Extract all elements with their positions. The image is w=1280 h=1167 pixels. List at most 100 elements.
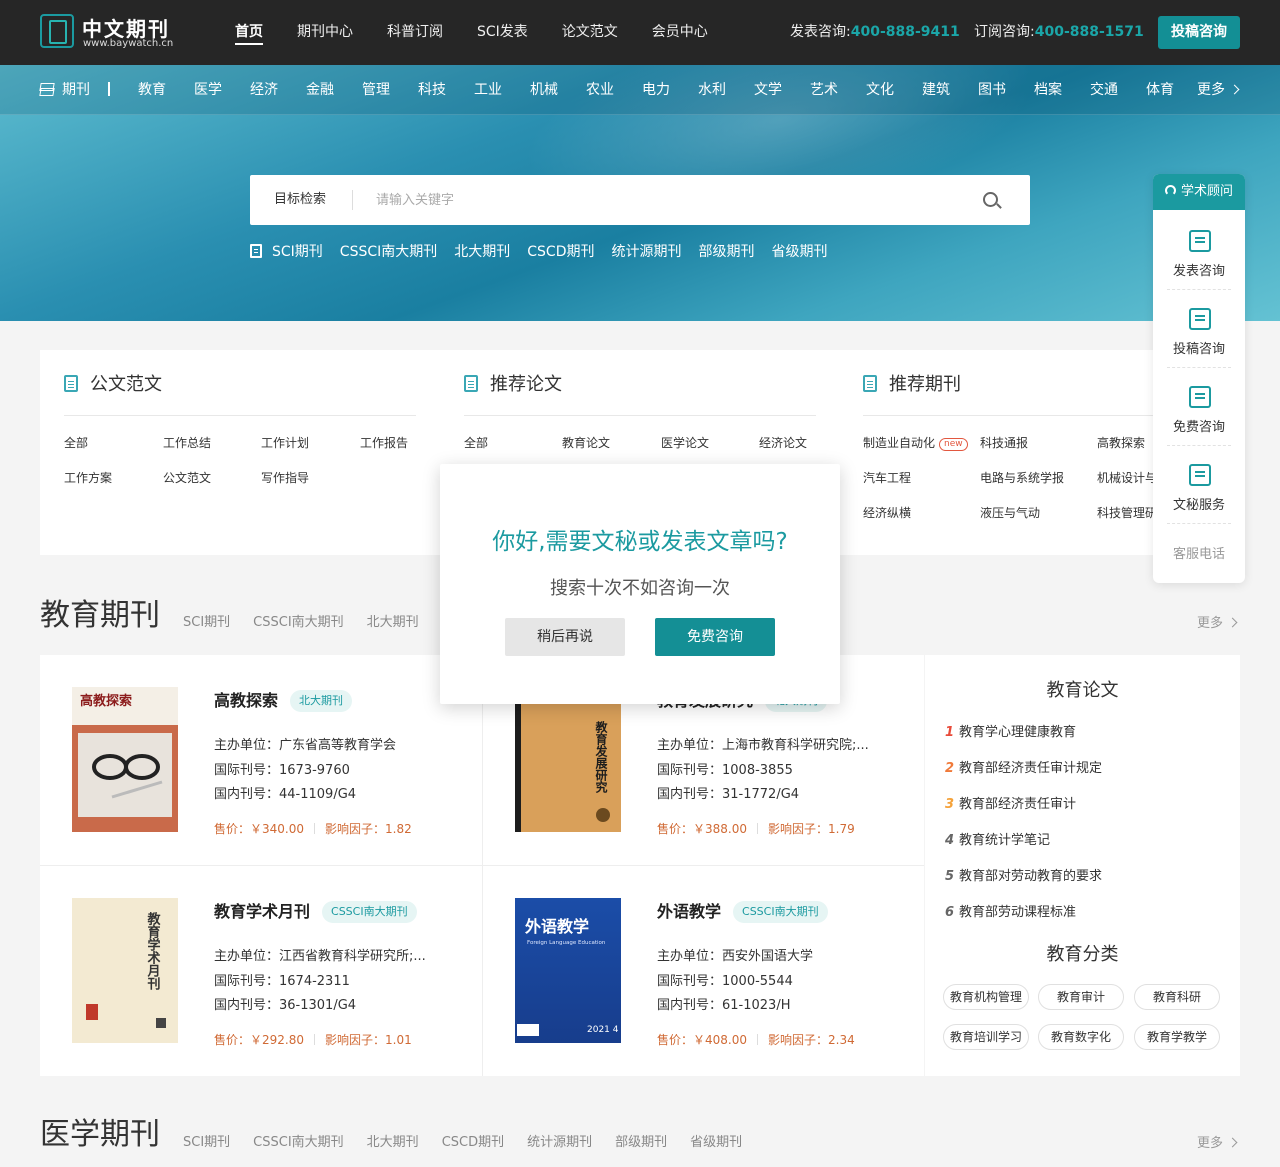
category-item[interactable]: 经济 (236, 65, 292, 115)
paper-rank-item[interactable]: 6 教育部劳动课程标准 (945, 901, 1076, 920)
panel-link[interactable]: 工作计划 (261, 434, 309, 451)
sidebar-item-submit-consult[interactable]: 投稿咨询 (1153, 290, 1245, 368)
panel-link[interactable]: 工作报告 (360, 434, 408, 451)
quick-tag[interactable]: 统计源期刊 (611, 241, 681, 261)
panel-link[interactable]: 液压与气动 (980, 504, 1040, 521)
journal-name[interactable]: 教育学术月刊 CSSCI南大期刊 (214, 898, 417, 923)
nav-home[interactable]: 首页 (218, 0, 280, 65)
nav-subscribe[interactable]: 科普订阅 (370, 0, 460, 65)
paper-rank-item[interactable]: 1 教育学心理健康教育 (945, 721, 1076, 740)
category-item[interactable]: 农业 (572, 65, 628, 115)
section-tab[interactable]: 北大期刊 (367, 1131, 419, 1150)
panel-link[interactable]: 科技管理研 (1097, 504, 1157, 521)
section-tab[interactable]: CSCD期刊 (442, 1131, 504, 1150)
category-more-link[interactable]: 更多 (1197, 65, 1240, 115)
nav-journal-center[interactable]: 期刊中心 (280, 0, 370, 65)
category-item[interactable]: 医学 (180, 65, 236, 115)
submit-consult-button[interactable]: 投稿咨询 (1158, 16, 1240, 49)
search-input[interactable] (376, 185, 956, 215)
education-more-link[interactable]: 更多 (1197, 612, 1238, 631)
panel-link[interactable]: 科技通报 (980, 434, 1028, 451)
paper-rank-item[interactable]: 5 教育部对劳动教育的要求 (945, 865, 1102, 884)
free-consult-button[interactable]: 免费咨询 (655, 618, 775, 656)
panel-link[interactable]: 教育论文 (562, 434, 610, 451)
category-chip[interactable]: 教育数字化 (1038, 1024, 1124, 1050)
panel-link[interactable]: 全部 (64, 434, 88, 451)
section-tab[interactable]: 部级期刊 (615, 1131, 667, 1150)
category-item[interactable]: 水利 (684, 65, 740, 115)
journal-name[interactable]: 高教探索 北大期刊 (214, 687, 353, 712)
quick-tag[interactable]: SCI期刊 (272, 241, 323, 261)
journal-cover-image[interactable]: 外语教学 Foreign Language Education 2021 4 (515, 898, 621, 1043)
journal-card[interactable]: 外语教学 Foreign Language Education 2021 4 外… (483, 866, 925, 1076)
panel-link[interactable]: 高教探索 (1097, 434, 1145, 451)
section-tab[interactable]: 统计源期刊 (527, 1131, 592, 1150)
category-chip[interactable]: 教育培训学习 (943, 1024, 1029, 1050)
nav-papers[interactable]: 论文范文 (545, 0, 635, 65)
category-item[interactable]: 文化 (852, 65, 908, 115)
category-item[interactable]: 图书 (964, 65, 1020, 115)
quick-tag[interactable]: 北大期刊 (454, 241, 510, 261)
sidebar-item-secretary-service[interactable]: 文秘服务 (1153, 446, 1245, 524)
search-icon[interactable] (983, 192, 998, 207)
later-button[interactable]: 稍后再说 (505, 618, 625, 656)
section-tab[interactable]: CSSCI南大期刊 (253, 611, 344, 630)
section-tab[interactable]: 北大期刊 (367, 611, 419, 630)
section-tab[interactable]: SCI期刊 (183, 611, 230, 630)
panel-link[interactable]: 汽车工程 (863, 469, 911, 486)
journal-name[interactable]: 外语教学 CSSCI南大期刊 (657, 898, 828, 923)
sidebar-header[interactable]: 学术顾问 (1153, 174, 1245, 210)
category-item[interactable]: 体育 (1132, 65, 1188, 115)
category-item[interactable]: 管理 (348, 65, 404, 115)
quick-tag[interactable]: CSSCI南大期刊 (340, 241, 437, 261)
paper-rank-item[interactable]: 4 教育统计学笔记 (945, 829, 1050, 848)
category-item[interactable]: 交通 (1076, 65, 1132, 115)
panel-link[interactable]: 全部 (464, 434, 488, 451)
journal-card[interactable]: 高教探索 高教探索 北大期刊 主办单位：广东省高等教育学会 国际刊号：1673-9… (40, 655, 482, 865)
panel-link[interactable]: 经济纵横 (863, 504, 911, 521)
panel-link[interactable]: 电路与系统学报 (980, 469, 1064, 486)
quick-tag[interactable]: CSCD期刊 (527, 241, 594, 261)
category-item[interactable]: 档案 (1020, 65, 1076, 115)
journal-card[interactable]: 教育学术月刊 教育学术月刊 CSSCI南大期刊 主办单位：江西省教育科学研究所;.… (40, 866, 482, 1076)
category-item[interactable]: 工业 (460, 65, 516, 115)
sidebar-service-phone[interactable]: 客服电话 (1153, 543, 1245, 562)
category-item[interactable]: 电力 (628, 65, 684, 115)
paper-rank-item[interactable]: 3 教育部经济责任审计 (945, 793, 1076, 812)
category-item[interactable]: 文学 (740, 65, 796, 115)
panel-link[interactable]: 工作方案 (64, 469, 112, 486)
journal-cover-image[interactable]: 教育发展研究 (515, 687, 621, 832)
sidebar-item-free-consult[interactable]: 免费咨询 (1153, 368, 1245, 446)
panel-link[interactable]: 经济论文 (759, 434, 807, 451)
journal-cover-image[interactable]: 教育学术月刊 (72, 898, 178, 1043)
category-item[interactable]: 艺术 (796, 65, 852, 115)
search-scope[interactable]: 目标检索 (274, 175, 326, 225)
nav-sci[interactable]: SCI发表 (460, 0, 545, 65)
section-tab[interactable]: SCI期刊 (183, 1131, 230, 1150)
category-item[interactable]: 科技 (404, 65, 460, 115)
site-logo[interactable]: 中文期刊 www.baywatch.cn (40, 14, 190, 54)
category-item[interactable]: 教育 (124, 65, 180, 115)
journal-cover-image[interactable]: 高教探索 (72, 687, 178, 832)
panel-link[interactable]: 制造业自动化 new (863, 434, 968, 451)
category-chip[interactable]: 教育学教学 (1134, 1024, 1220, 1050)
category-nav-lead[interactable]: 期刊 (40, 65, 90, 115)
paper-rank-item[interactable]: 2 教育部经济责任审计规定 (945, 757, 1102, 776)
category-chip[interactable]: 教育审计 (1038, 984, 1124, 1010)
panel-link[interactable]: 工作总结 (163, 434, 211, 451)
category-item[interactable]: 建筑 (908, 65, 964, 115)
category-item[interactable]: 金融 (292, 65, 348, 115)
panel-link[interactable]: 机械设计与 (1097, 469, 1157, 486)
category-chip[interactable]: 教育机构管理 (943, 984, 1029, 1010)
sidebar-item-publish-consult[interactable]: 发表咨询 (1153, 212, 1245, 290)
quick-tag[interactable]: 部级期刊 (698, 241, 754, 261)
panel-link[interactable]: 公文范文 (163, 469, 211, 486)
medical-more-link[interactable]: 更多 (1197, 1132, 1238, 1151)
panel-link[interactable]: 写作指导 (261, 469, 309, 486)
section-tab[interactable]: 省级期刊 (690, 1131, 742, 1150)
panel-link[interactable]: 医学论文 (661, 434, 709, 451)
quick-tag[interactable]: 省级期刊 (771, 241, 827, 261)
nav-member[interactable]: 会员中心 (635, 0, 725, 65)
section-tab[interactable]: CSSCI南大期刊 (253, 1131, 344, 1150)
category-chip[interactable]: 教育科研 (1134, 984, 1220, 1010)
